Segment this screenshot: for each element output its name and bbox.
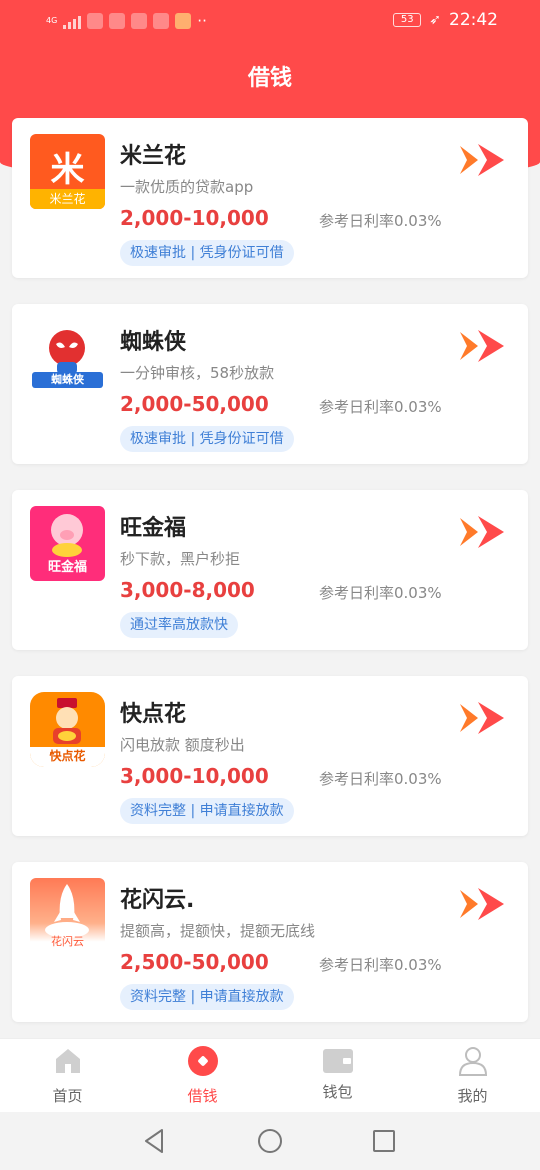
logo-caption: 蜘蛛侠 xyxy=(51,373,84,386)
borrow-icon xyxy=(187,1046,218,1076)
bottom-tab-bar: 首页 借钱 钱包 我的 xyxy=(0,1038,540,1112)
double-chevron-right-icon[interactable] xyxy=(458,884,510,924)
loan-rate: 参考日利率0.03% xyxy=(319,956,442,974)
loan-tag: 资料完整 | 申请直接放款 xyxy=(120,798,294,824)
logo-glyph: 米 xyxy=(50,150,85,190)
loan-rate: 参考日利率0.03% xyxy=(319,398,442,416)
loan-amount: 2,000-50,000 xyxy=(120,392,269,416)
loan-name: 花闪云. xyxy=(120,888,195,913)
double-chevron-right-icon[interactable] xyxy=(458,140,510,180)
loan-rate: 参考日利率0.03% xyxy=(319,584,442,602)
app-notification-icon xyxy=(87,13,104,29)
logo-caption: 旺金福 xyxy=(47,560,87,575)
loan-description: 一款优质的贷款app xyxy=(120,178,254,196)
logo-caption: 花闪云 xyxy=(51,935,84,948)
battery-icon: 53 xyxy=(393,13,422,27)
loan-logo: 米 米兰花 xyxy=(30,134,105,209)
loan-card[interactable]: 快点花 快点花 闪电放款 额度秒出 3,000-10,000 参考日利率0.03… xyxy=(12,676,528,836)
status-icons-right: 53 ➶ 22:42 xyxy=(393,10,498,30)
double-chevron-right-icon[interactable] xyxy=(458,512,510,552)
tab-label: 首页 xyxy=(52,1087,83,1105)
charging-icon: ➶ xyxy=(429,12,441,28)
loan-card[interactable]: 蜘蛛侠 蜘蛛侠 一分钟审核，58秒放款 2,000-50,000 参考日利率0.… xyxy=(12,304,528,464)
loan-description: 提额高，提额快，提额无底线 xyxy=(120,922,316,940)
tab-home[interactable]: 首页 xyxy=(0,1039,135,1112)
tab-label: 借钱 xyxy=(187,1087,218,1105)
logo-caption: 快点花 xyxy=(49,749,86,763)
loan-name: 蜘蛛侠 xyxy=(120,330,187,355)
loan-logo: 快点花 xyxy=(30,692,105,767)
system-navigation-bar xyxy=(0,1112,540,1170)
status-time: 22:42 xyxy=(449,10,498,30)
home-icon xyxy=(55,1049,80,1073)
loan-card[interactable]: 旺金福 旺金福 秒下款，黑户秒拒 3,000-8,000 参考日利率0.03% … xyxy=(12,490,528,650)
app-notification-icon xyxy=(175,13,192,29)
loan-name: 米兰花 xyxy=(120,144,187,169)
back-icon[interactable] xyxy=(142,1128,168,1154)
more-notifications-icon: ·· xyxy=(197,12,207,30)
loan-description: 秒下款，黑户秒拒 xyxy=(120,550,241,568)
loan-tag: 通过率高放款快 xyxy=(120,612,238,638)
loan-rate: 参考日利率0.03% xyxy=(319,770,442,788)
loan-logo: 旺金福 xyxy=(30,506,105,581)
page-title: 借钱 xyxy=(247,66,292,91)
loan-card[interactable]: 米 米兰花 米兰花 一款优质的贷款app 2,000-10,000 参考日利率0… xyxy=(12,118,528,278)
profile-icon xyxy=(458,1047,487,1076)
loan-tag: 极速审批 | 凭身份证可借 xyxy=(120,240,294,266)
loan-amount: 3,000-8,000 xyxy=(120,578,255,602)
double-chevron-right-icon[interactable] xyxy=(458,326,510,366)
wallet-icon xyxy=(322,1049,353,1073)
loan-name: 旺金福 xyxy=(120,516,187,541)
loan-rate: 参考日利率0.03% xyxy=(319,212,442,230)
loan-tag: 资料完整 | 申请直接放款 xyxy=(120,984,294,1010)
loan-amount: 2,000-10,000 xyxy=(120,206,269,230)
signal-icon xyxy=(63,13,82,29)
loan-description: 一分钟审核，58秒放款 xyxy=(120,364,275,382)
wechat-icon xyxy=(131,13,148,29)
recents-icon[interactable] xyxy=(372,1129,396,1153)
network-label: 4G xyxy=(46,16,58,25)
app-notification-icon xyxy=(153,13,170,29)
tab-wallet[interactable]: 钱包 xyxy=(270,1039,405,1112)
tab-profile[interactable]: 我的 xyxy=(405,1039,540,1112)
tab-label: 我的 xyxy=(457,1087,488,1105)
loan-name: 快点花 xyxy=(120,702,187,727)
loan-description: 闪电放款 额度秒出 xyxy=(120,736,245,754)
home-button-icon[interactable] xyxy=(257,1128,283,1154)
loan-amount: 3,000-10,000 xyxy=(120,764,269,788)
loan-tag: 极速审批 | 凭身份证可借 xyxy=(120,426,294,452)
tab-borrow[interactable]: 借钱 xyxy=(135,1039,270,1112)
loan-logo: 花闪云 xyxy=(30,878,105,953)
status-icons-left: 4G ·· xyxy=(46,12,207,30)
status-bar: 4G ·· 53 ➶ 22:42 xyxy=(0,0,540,42)
app-notification-icon xyxy=(109,13,126,29)
loan-card[interactable]: 花闪云 花闪云. 提额高，提额快，提额无底线 2,500-50,000 参考日利… xyxy=(12,862,528,1022)
loan-logo: 蜘蛛侠 xyxy=(30,320,105,395)
logo-caption: 米兰花 xyxy=(30,189,105,209)
double-chevron-right-icon[interactable] xyxy=(458,698,510,738)
loan-amount: 2,500-50,000 xyxy=(120,950,269,974)
tab-label: 钱包 xyxy=(322,1083,353,1101)
